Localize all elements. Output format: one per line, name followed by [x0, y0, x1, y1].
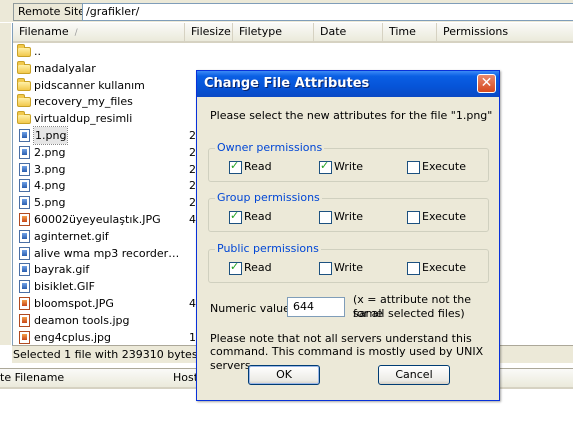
group-permissions-label: Group permissions: [215, 191, 322, 204]
file-name: virtualdup_resimli: [34, 112, 133, 126]
file-name: 60002üyeyeulaştık.JPG: [34, 213, 161, 226]
file-name: pidscanner kullanım: [34, 78, 145, 92]
file-size: 4: [189, 213, 196, 226]
folder-icon: [17, 94, 31, 108]
queue-column-filename[interactable]: te Filename: [0, 369, 64, 387]
checkbox-icon[interactable]: [319, 211, 332, 224]
owner-permissions-group: Owner permissions Read Write Execute: [208, 141, 489, 182]
file-name: recovery_my_files: [34, 95, 133, 109]
file-list-header: Filename / Filesize Filetype Date Time Pe…: [13, 23, 573, 43]
folder-icon: [17, 77, 31, 91]
column-time[interactable]: Time: [383, 23, 437, 41]
png-file-icon: [19, 162, 30, 176]
queue-column-host[interactable]: Host: [173, 369, 198, 387]
write-label: Write: [334, 160, 364, 173]
read-label: Read: [244, 210, 272, 223]
table-row[interactable]: ..: [13, 43, 573, 60]
left-panel-edge: [0, 23, 11, 345]
dialog-prompt: Please select the new attributes for the…: [210, 109, 493, 122]
file-name: 2.png: [34, 145, 66, 159]
gif-file-icon: [19, 246, 30, 260]
write-label: Write: [334, 261, 364, 274]
numeric-note-line2: for all selected files): [353, 307, 465, 320]
sort-indicator-icon: /: [74, 28, 78, 38]
png-file-icon: [19, 196, 30, 210]
gif-file-icon: [19, 263, 30, 277]
gif-file-icon: [19, 229, 30, 243]
file-name: bloomspot.JPG: [34, 297, 114, 310]
dialog-titlebar[interactable]: Change File Attributes ✕: [197, 71, 499, 97]
public-permissions-label: Public permissions: [215, 242, 321, 255]
checkbox-icon[interactable]: [229, 159, 242, 174]
checkbox-icon[interactable]: [229, 209, 242, 224]
folder-icon: [17, 111, 31, 125]
file-name: bayrak.gif: [34, 263, 90, 277]
file-name: madalyalar: [34, 61, 96, 75]
server-note-line1: Please note that not all servers underst…: [210, 332, 472, 345]
ok-button[interactable]: OK: [248, 365, 320, 385]
column-filename[interactable]: Filename /: [13, 23, 185, 41]
png-file-icon: [19, 179, 30, 193]
png-file-icon: [19, 145, 30, 159]
jpg-file-icon: [19, 330, 30, 344]
jpg-file-icon: [19, 297, 30, 310]
file-name: bisiklet.GIF: [34, 280, 95, 294]
jpg-file-icon: [19, 213, 30, 226]
read-label: Read: [244, 261, 272, 274]
execute-label: Execute: [422, 160, 466, 173]
checkbox-icon[interactable]: [407, 211, 420, 224]
execute-label: Execute: [422, 261, 466, 274]
column-permissions[interactable]: Permissions: [437, 23, 573, 41]
write-label: Write: [334, 210, 364, 223]
change-file-attributes-dialog: Change File Attributes ✕ Please select t…: [196, 70, 500, 401]
file-name: 5.png: [34, 196, 66, 210]
group-permissions-group: Group permissions Read Write Execute: [208, 191, 489, 232]
numeric-value-label: Numeric value:: [210, 302, 294, 315]
file-name: ..: [34, 45, 41, 58]
file-name: alive wma mp3 recorder…: [34, 246, 180, 260]
column-date[interactable]: Date: [314, 23, 383, 41]
file-name: 1.png: [32, 126, 69, 145]
close-icon[interactable]: ✕: [477, 74, 496, 93]
file-size: 4: [189, 297, 196, 310]
checkbox-icon[interactable]: [407, 161, 420, 174]
dialog-title: Change File Attributes: [204, 76, 370, 91]
checkbox-icon[interactable]: [407, 262, 420, 275]
checkbox-icon[interactable]: [229, 260, 242, 275]
folder-icon: [17, 44, 31, 57]
folder-icon: [17, 60, 31, 74]
png-file-icon: [19, 129, 30, 142]
execute-label: Execute: [422, 210, 466, 223]
file-name: deamon tools.jpg: [34, 313, 130, 327]
checkbox-icon[interactable]: [319, 262, 332, 275]
file-name: 4.png: [34, 179, 66, 193]
file-name: 3.png: [34, 162, 66, 176]
file-name: eng4cplus.jpg: [34, 330, 112, 344]
owner-permissions-label: Owner permissions: [215, 141, 325, 154]
column-filesize[interactable]: Filesize: [185, 23, 233, 41]
checkbox-icon[interactable]: [319, 159, 332, 174]
cancel-button[interactable]: Cancel: [378, 365, 450, 385]
remote-path-field[interactable]: /grafikler/: [82, 3, 573, 21]
column-filetype[interactable]: Filetype: [233, 23, 314, 41]
file-name: aginternet.gif: [34, 229, 109, 243]
numeric-value-input[interactable]: 644: [287, 297, 345, 317]
gif-file-icon: [19, 280, 30, 294]
read-label: Read: [244, 160, 272, 173]
remote-site-bar: Remote Site: /grafikler/: [0, 0, 573, 22]
jpg-file-icon: [19, 313, 30, 327]
public-permissions-group: Public permissions Read Write Execute: [208, 242, 489, 283]
